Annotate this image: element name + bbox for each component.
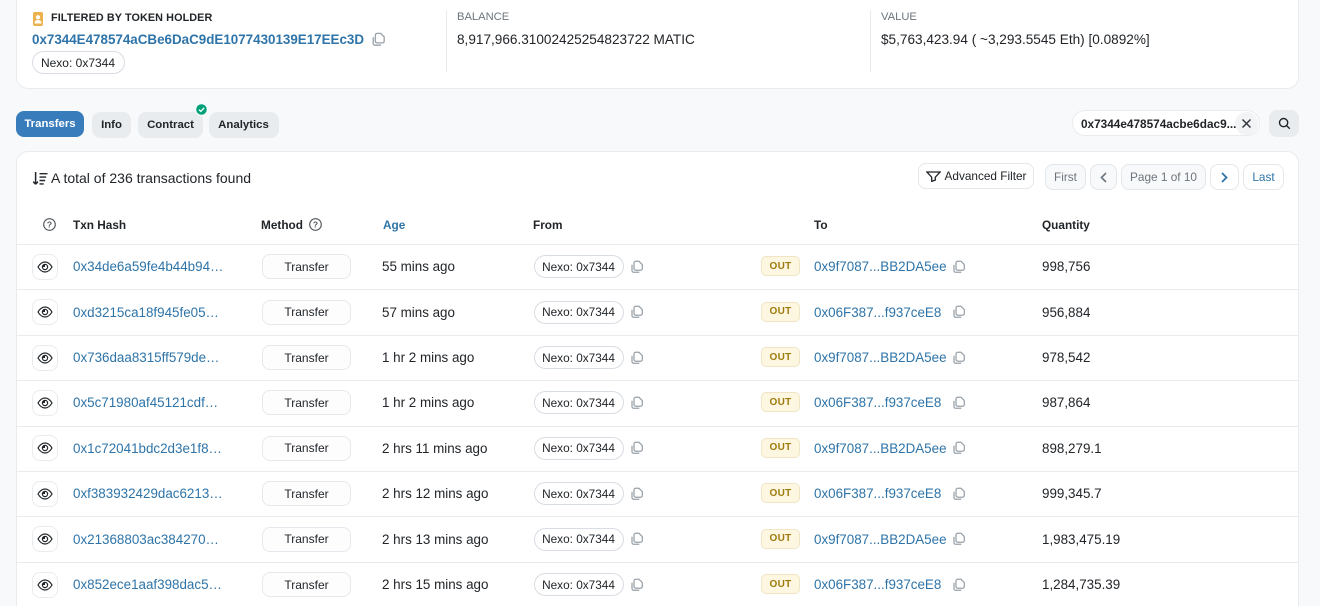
svg-text:?: ?	[47, 219, 52, 229]
svg-text:?: ?	[313, 219, 318, 229]
